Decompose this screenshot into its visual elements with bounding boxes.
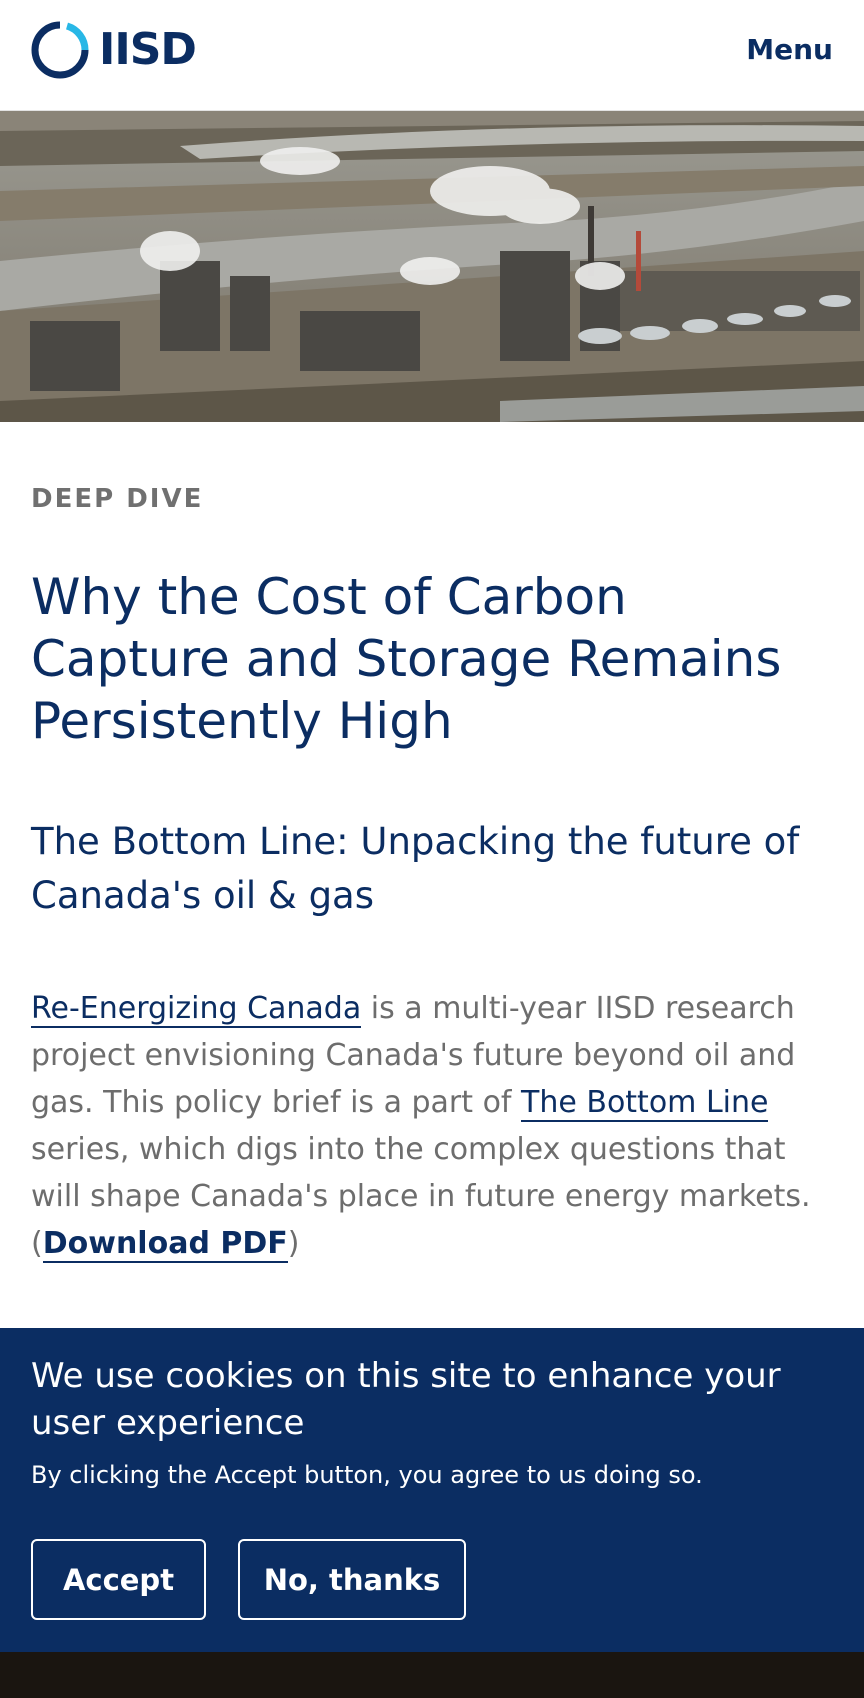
cookie-banner: We use cookies on this site to enhance y… bbox=[0, 1328, 864, 1652]
decline-cookies-button[interactable]: No, thanks bbox=[238, 1539, 466, 1620]
cookie-title: We use cookies on this site to enhance y… bbox=[31, 1356, 781, 1443]
hero-image bbox=[0, 111, 864, 422]
footer-strip bbox=[0, 1652, 864, 1698]
site-header: IISD Menu bbox=[0, 0, 864, 111]
iisd-logo-icon bbox=[31, 21, 89, 79]
article-title: Why the Cost of Carbon Capture and Stora… bbox=[31, 568, 782, 750]
iisd-logo[interactable]: IISD bbox=[31, 21, 197, 79]
article-subtitle: The Bottom Line: Unpacking the future of… bbox=[31, 820, 800, 917]
bottom-line-series-link[interactable]: The Bottom Line bbox=[521, 1085, 769, 1122]
accept-cookies-button[interactable]: Accept bbox=[31, 1539, 206, 1620]
cookie-description: By clicking the Accept button, you agree… bbox=[31, 1461, 703, 1489]
intro-text-3: ) bbox=[287, 1226, 300, 1261]
article-category: DEEP DIVE bbox=[31, 484, 204, 514]
menu-button[interactable]: Menu bbox=[746, 30, 833, 70]
logo-text: IISD bbox=[99, 24, 197, 75]
reenergizing-canada-link[interactable]: Re-Energizing Canada bbox=[31, 991, 362, 1028]
download-pdf-link[interactable]: Download PDF bbox=[42, 1226, 288, 1263]
article-intro: Re-Energizing Canada is a multi-year IIS… bbox=[31, 985, 841, 1267]
industrial-landscape-photo-icon bbox=[0, 111, 864, 422]
